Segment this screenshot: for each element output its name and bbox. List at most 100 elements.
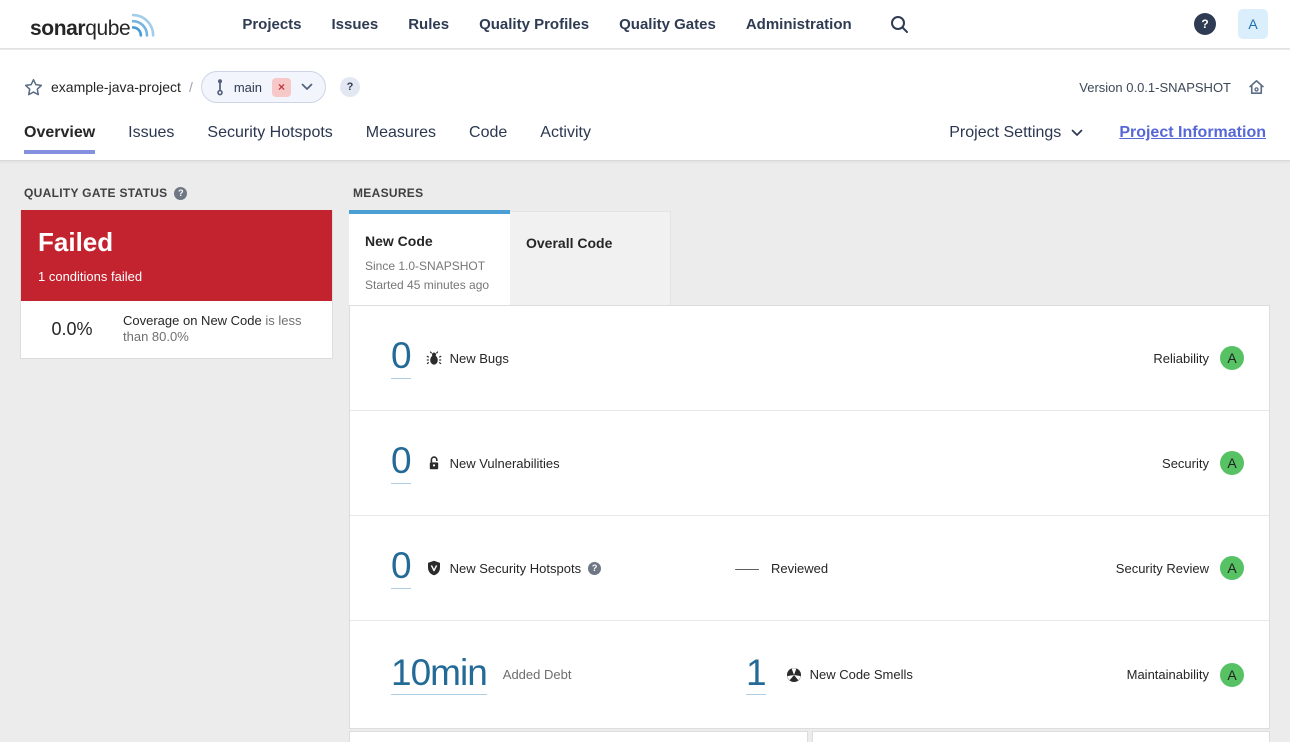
search-icon bbox=[890, 15, 909, 34]
project-settings-menu[interactable]: Project Settings bbox=[949, 124, 1083, 142]
bug-icon bbox=[426, 350, 442, 366]
security-label: Security bbox=[1162, 455, 1209, 471]
breadcrumb: example-java-project / main × ? Version … bbox=[24, 71, 1266, 103]
code-period-tabs: New Code Since 1.0-SNAPSHOT Started 45 m… bbox=[349, 210, 671, 306]
menu-item-rules[interactable]: Rules bbox=[408, 16, 449, 33]
quality-gate-status: Failed bbox=[38, 227, 114, 257]
menu-item-quality-profiles[interactable]: Quality Profiles bbox=[479, 16, 589, 33]
menu-item-administration[interactable]: Administration bbox=[746, 16, 852, 33]
logo-text: sonarqube bbox=[30, 17, 131, 40]
security-review-rating: Security Review A bbox=[1116, 556, 1244, 580]
measure-row-vulnerabilities: 0 New Vulnerabilities Security A bbox=[350, 411, 1269, 516]
project-information-link[interactable]: Project Information bbox=[1119, 124, 1266, 142]
tab-activity[interactable]: Activity bbox=[540, 118, 591, 142]
measures-section-title: MEASURES bbox=[353, 186, 423, 200]
new-code-tab-subtext: Since 1.0-SNAPSHOT Started 45 minutes ag… bbox=[365, 257, 494, 295]
lock-icon bbox=[426, 455, 442, 471]
quality-gate-conditions-count: 1 conditions failed bbox=[38, 269, 143, 285]
project-tabs: Overview Issues Security Hotspots Measur… bbox=[24, 118, 1266, 161]
quality-gate-title-text: QUALITY GATE STATUS bbox=[24, 186, 168, 200]
new-bugs-count[interactable]: 0 bbox=[391, 336, 412, 379]
security-review-label: Security Review bbox=[1115, 560, 1209, 576]
logo-text-light: qube bbox=[85, 17, 131, 40]
branch-help-icon[interactable]: ? bbox=[340, 77, 361, 97]
shield-icon bbox=[426, 560, 442, 576]
branch-failed-badge[interactable]: × bbox=[272, 77, 292, 97]
new-vulnerabilities-count[interactable]: 0 bbox=[391, 441, 412, 484]
new-code-smells-label: New Code Smells bbox=[809, 667, 913, 682]
hotspots-help-icon[interactable]: ? bbox=[588, 561, 602, 575]
maintainability-rating-badge: A bbox=[1220, 662, 1244, 687]
new-code-started: Started 45 minutes ago bbox=[365, 278, 490, 293]
coverage-card-partial bbox=[349, 731, 808, 742]
measure-row-bugs: 0 New Bugs Reliability A bbox=[350, 306, 1269, 411]
reviewed-label: Reviewed bbox=[771, 560, 829, 576]
maintainability-label: Maintainability bbox=[1126, 667, 1209, 682]
tabs-right: Project Settings Project Information bbox=[949, 118, 1266, 142]
new-code-smells-count[interactable]: 1 bbox=[746, 653, 767, 696]
favorite-star-icon[interactable] bbox=[24, 78, 43, 97]
reliability-rating-badge: A bbox=[1220, 346, 1244, 370]
added-debt-value[interactable]: 10min bbox=[391, 653, 488, 696]
reviewed-hotspots: — Reviewed bbox=[735, 560, 829, 576]
measures-title-text: MEASURES bbox=[353, 186, 424, 200]
help-icon[interactable]: ? bbox=[1194, 13, 1216, 35]
quality-gate-section-title: QUALITY GATE STATUS ? bbox=[24, 186, 188, 200]
quality-gate-condition[interactable]: 0.0% Coverage on New Code is less than 8… bbox=[21, 301, 332, 358]
new-bugs-label: New Bugs bbox=[449, 350, 509, 366]
reliability-rating: Reliability A bbox=[1153, 346, 1244, 370]
security-rating: Security A bbox=[1162, 451, 1244, 475]
duplications-card-partial bbox=[812, 731, 1270, 742]
tab-new-code[interactable]: New Code Since 1.0-SNAPSHOT Started 45 m… bbox=[349, 210, 510, 306]
condition-text: Coverage on New Code is less than 80.0% bbox=[123, 313, 320, 346]
new-code-tab-label: New Code bbox=[365, 233, 433, 249]
sonarqube-logo[interactable]: sonarqube bbox=[30, 9, 162, 39]
home-icon[interactable] bbox=[1247, 78, 1266, 97]
tab-code[interactable]: Code bbox=[469, 118, 507, 142]
sonarqube-overview-page: sonarqube Projects Issues Rules Quality … bbox=[0, 0, 1290, 742]
menu-item-projects[interactable]: Projects bbox=[242, 16, 301, 33]
new-code-since: Since 1.0-SNAPSHOT bbox=[365, 259, 486, 273]
tab-overview[interactable]: Overview bbox=[24, 118, 96, 154]
header-right: Version 0.0.1-SNAPSHOT bbox=[1079, 78, 1266, 97]
navbar-right: ? A bbox=[1194, 9, 1268, 39]
tab-security-hotspots[interactable]: Security Hotspots bbox=[207, 118, 332, 142]
measures-card: 0 New Bugs Reliability A 0 New Vulnerabi… bbox=[349, 305, 1270, 729]
code-smell-icon bbox=[786, 667, 802, 683]
security-rating-badge: A bbox=[1220, 451, 1244, 475]
breadcrumb-separator: / bbox=[188, 79, 193, 95]
menu-item-quality-gates[interactable]: Quality Gates bbox=[619, 16, 716, 33]
code-smells-group: 1 New Code Smells bbox=[746, 653, 913, 696]
branch-name: main bbox=[233, 79, 263, 95]
new-hotspots-label: New Security Hotspots bbox=[449, 560, 582, 576]
main-menu: Projects Issues Rules Quality Profiles Q… bbox=[242, 16, 851, 33]
measure-row-hotspots: 0 New Security Hotspots ? — Reviewed Sec… bbox=[350, 516, 1269, 621]
user-avatar[interactable]: A bbox=[1238, 9, 1268, 39]
security-review-rating-badge: A bbox=[1220, 556, 1244, 580]
added-debt-label: Added Debt bbox=[502, 667, 572, 682]
reviewed-value: — bbox=[735, 560, 759, 576]
branch-selector[interactable]: main × bbox=[200, 71, 327, 103]
condition-value: 0.0% bbox=[51, 318, 93, 339]
top-navbar: sonarqube Projects Issues Rules Quality … bbox=[0, 0, 1290, 49]
quality-gate-help-icon[interactable]: ? bbox=[174, 186, 188, 200]
chevron-down-icon bbox=[1071, 129, 1083, 136]
condition-metric: Coverage on New Code bbox=[123, 313, 262, 328]
new-vulnerabilities-label: New Vulnerabilities bbox=[449, 455, 560, 471]
maintainability-rating: Maintainability A bbox=[1126, 662, 1244, 687]
project-header: example-java-project / main × ? Version … bbox=[0, 50, 1290, 161]
quality-gate-banner: Failed 1 conditions failed bbox=[21, 210, 332, 301]
tab-overall-code[interactable]: Overall Code bbox=[510, 211, 671, 306]
logo-text-bold: sonar bbox=[30, 17, 86, 40]
menu-item-issues[interactable]: Issues bbox=[332, 16, 379, 33]
search-button[interactable] bbox=[890, 15, 909, 34]
project-settings-label: Project Settings bbox=[949, 124, 1062, 141]
new-hotspots-count[interactable]: 0 bbox=[391, 546, 412, 589]
chevron-down-icon bbox=[301, 83, 313, 91]
tab-issues[interactable]: Issues bbox=[128, 118, 174, 142]
version-label: Version 0.0.1-SNAPSHOT bbox=[1079, 79, 1231, 95]
overall-code-tab-label: Overall Code bbox=[526, 235, 613, 251]
breadcrumb-project-name[interactable]: example-java-project bbox=[51, 79, 181, 95]
quality-gate-card: Failed 1 conditions failed 0.0% Coverage… bbox=[20, 210, 333, 359]
tab-measures[interactable]: Measures bbox=[366, 118, 436, 142]
